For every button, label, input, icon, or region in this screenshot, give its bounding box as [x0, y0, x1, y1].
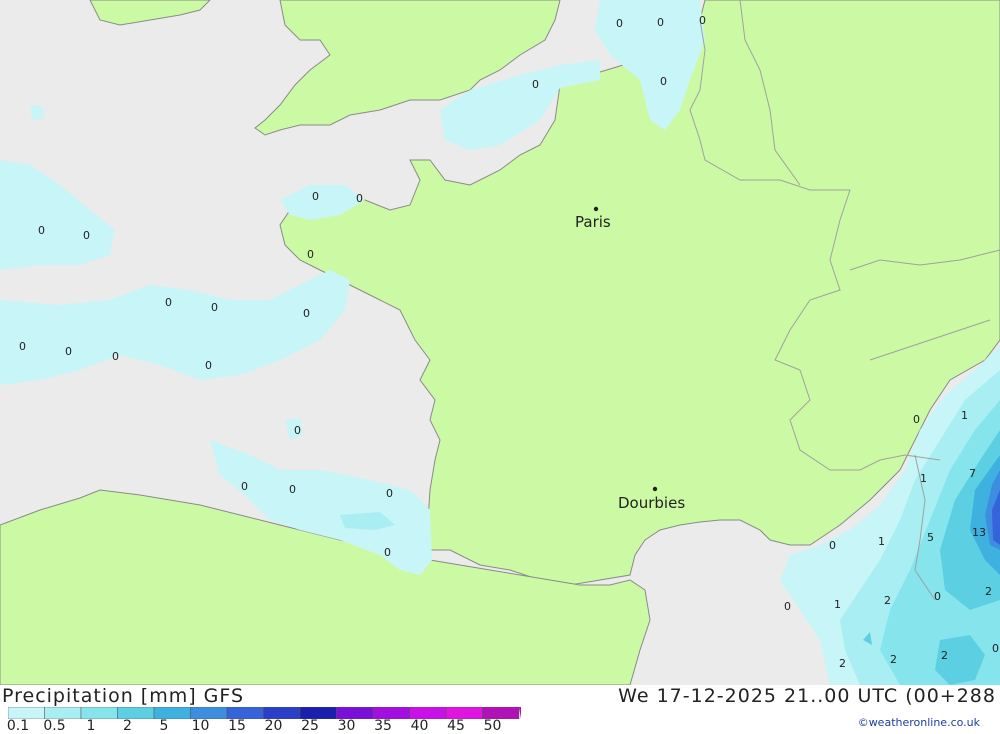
legend-tick-label: 10 — [191, 718, 210, 734]
precip-label: 0 — [307, 248, 314, 261]
legend-tick-label: 40 — [410, 718, 429, 734]
credit-link[interactable]: ©weatheronline.co.uk — [858, 716, 980, 729]
precip-label: 0 — [657, 16, 664, 29]
legend-tick-label: 2 — [123, 718, 132, 734]
precip-label: 7 — [969, 467, 976, 480]
precip-label: 2 — [941, 649, 948, 662]
precip-label: 0 — [83, 229, 90, 242]
precip-label: 0 — [289, 483, 296, 496]
precip-label: 0 — [934, 590, 941, 603]
precip-label: 0 — [211, 301, 218, 314]
legend-tick-label: 35 — [374, 718, 392, 734]
legend-tick-label: 0.5 — [43, 718, 66, 734]
precip-label: 0 — [660, 75, 667, 88]
precipitation-map[interactable]: 0 0 0 0 0 0 0 0 0 0 0 0 0 0 0 0 0 0 0 0 … — [0, 0, 1000, 686]
forecast-time: We 17-12-2025 21..00 UTC (00+288 — [618, 685, 996, 707]
legend-tick-label: 15 — [228, 718, 246, 734]
precip-label: 0 — [38, 224, 45, 237]
precip-label: 0 — [386, 487, 393, 500]
precip-label: 0 — [356, 192, 363, 205]
precip-label: 0 — [312, 190, 319, 203]
precip-label: 5 — [927, 531, 934, 544]
legend-arrow — [519, 707, 521, 719]
precip-label: 1 — [878, 535, 885, 548]
legend-tick-label: 5 — [159, 718, 169, 734]
legend-tick-label: 50 — [483, 718, 502, 734]
precip-label: 0 — [112, 350, 119, 363]
precip-label: 2 — [985, 585, 992, 598]
precip-label: 0 — [913, 413, 920, 426]
city-dot-paris — [593, 206, 599, 212]
precip-label: 0 — [699, 14, 706, 27]
city-label-paris: Paris — [575, 213, 611, 231]
precip-label: 0 — [294, 424, 301, 437]
precip-label: 0 — [303, 307, 310, 320]
legend-tick-label: 25 — [301, 718, 319, 734]
precip-label: 0 — [992, 642, 999, 655]
precip-label: 0 — [165, 296, 172, 309]
precip-label: 0 — [532, 78, 539, 91]
precip-label: 0 — [829, 539, 836, 552]
precip-label: 0 — [241, 480, 248, 493]
precip-label: 0 — [616, 17, 623, 30]
precip-label: 1 — [834, 598, 841, 611]
legend-tick-label: 30 — [337, 718, 356, 734]
legend-tick-label: 0.1 — [6, 718, 30, 734]
precip-label: 0 — [384, 546, 391, 559]
precip-label: 0 — [205, 359, 212, 372]
legend-tick-label: 1 — [86, 718, 96, 734]
precip-label: 0 — [19, 340, 26, 353]
city-dot-dourbies — [652, 486, 658, 492]
legend-tick-label: 45 — [447, 718, 465, 734]
map-title: Precipitation [mm] GFS — [2, 685, 245, 707]
precip-label: 0 — [784, 600, 791, 613]
precip-label: 2 — [890, 653, 897, 666]
precip-label: 2 — [884, 594, 891, 607]
map-footer: Precipitation [mm] GFS We 17-12-2025 21.… — [0, 685, 1000, 734]
precip-label: 0 — [65, 345, 72, 358]
legend-tick-label: 20 — [264, 718, 283, 734]
precip-label: 2 — [839, 657, 846, 670]
precip-label: 1 — [920, 472, 927, 485]
precip-label: 1 — [961, 409, 968, 422]
precip-label: 13 — [972, 526, 986, 539]
city-label-dourbies: Dourbies — [618, 494, 685, 512]
